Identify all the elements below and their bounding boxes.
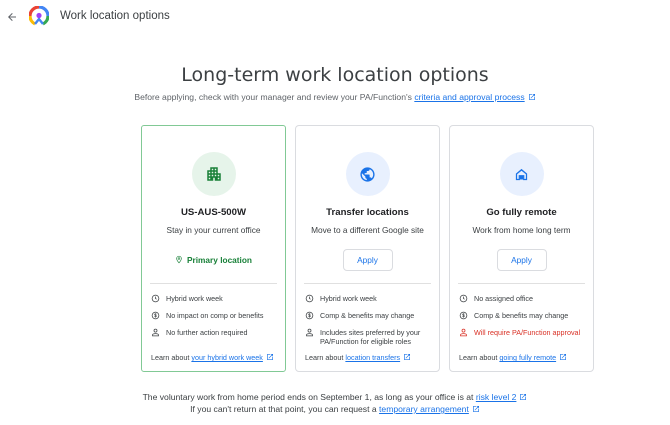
clock-icon	[459, 294, 468, 303]
footer-text: The voluntary work from home period ends…	[142, 392, 476, 402]
transfer-badge	[345, 152, 390, 196]
feature-text: Includes sites preferred by your PA/Func…	[320, 328, 421, 346]
feature-item: Includes sites preferred by your PA/Func…	[305, 328, 433, 346]
feature-text: Hybrid work week	[320, 294, 377, 303]
open-in-new-icon	[266, 354, 273, 360]
feature-text: No assigned office	[474, 294, 534, 303]
card-transfer: Transfer locations Move to a different G…	[295, 125, 440, 372]
card-title: Go fully remote	[486, 207, 557, 218]
feature-text: No further action required	[166, 328, 248, 337]
risk-level-link[interactable]: risk level 2	[476, 392, 517, 402]
person-icon	[306, 328, 313, 337]
hybrid-work-week-link[interactable]: your hybrid work week	[191, 353, 263, 362]
feature-item: No impact on comp or benefits	[151, 311, 279, 320]
divider	[304, 283, 431, 284]
globe-icon	[360, 166, 375, 182]
dollar-icon	[151, 311, 160, 320]
office-badge	[191, 152, 236, 196]
dollar-icon	[459, 311, 468, 320]
feature-item: No assigned office	[459, 294, 587, 303]
learn-more: Learn about going fully remote	[459, 353, 567, 362]
location-pin-icon	[176, 255, 182, 264]
feature-item: Comp & benefits may change	[459, 311, 587, 320]
feature-item: No further action required	[151, 328, 279, 337]
footer-temporary-note: If you can't return at that point, you c…	[0, 404, 670, 414]
home-icon	[515, 168, 528, 180]
card-description: Move to a different Google site	[311, 225, 424, 235]
feature-item: Hybrid work week	[151, 294, 279, 303]
page-title: Long-term work location options	[181, 64, 489, 86]
person-icon	[152, 328, 159, 337]
dollar-icon	[305, 311, 314, 320]
apply-remote-button[interactable]: Apply	[496, 249, 547, 271]
primary-location-label: Primary location	[186, 255, 252, 265]
card-description: Stay in your current office	[166, 225, 261, 235]
learn-prefix: Learn about	[305, 353, 346, 362]
footer-risk-note: The voluntary work from home period ends…	[0, 392, 670, 402]
open-in-new-icon	[560, 354, 567, 360]
learn-more: Learn about your hybrid work week	[151, 353, 274, 362]
clock-icon	[305, 294, 314, 303]
temporary-arrangement-link[interactable]: temporary arrangement	[379, 404, 469, 414]
open-in-new-icon	[520, 394, 527, 400]
open-in-new-icon	[528, 94, 535, 100]
card-description: Work from home long term	[472, 225, 571, 235]
feature-item: Comp & benefits may change	[305, 311, 433, 320]
warning-person-icon	[460, 328, 467, 337]
feature-item: Hybrid work week	[305, 294, 433, 303]
feature-text: Comp & benefits may change	[474, 311, 569, 320]
card-title: US-AUS-500W	[180, 207, 247, 218]
card-office[interactable]: US-AUS-500W Stay in your current office …	[141, 125, 286, 372]
feature-text: Will require PA/Function approval	[474, 328, 581, 337]
apply-transfer-button[interactable]: Apply	[342, 249, 393, 271]
page-subtitle: Before applying, check with your manager…	[0, 92, 670, 102]
footer-text: If you can't return at that point, you c…	[190, 404, 380, 414]
criteria-link[interactable]: criteria and approval process	[414, 92, 524, 102]
feature-text: Comp & benefits may change	[320, 311, 415, 320]
app-title: Work location options	[60, 10, 170, 22]
learn-prefix: Learn about	[459, 353, 500, 362]
location-pin-logo[interactable]	[28, 5, 50, 26]
arrow-back-icon[interactable]	[4, 9, 20, 25]
fully-remote-link[interactable]: going fully remote	[499, 353, 556, 362]
divider	[150, 283, 277, 284]
location-transfers-link[interactable]: location transfers	[345, 353, 400, 362]
open-in-new-icon	[404, 354, 411, 360]
office-building-icon	[206, 167, 221, 181]
top-app-bar: Work location options	[0, 0, 670, 34]
learn-prefix: Learn about	[151, 353, 192, 362]
divider	[458, 283, 585, 284]
card-remote: Go fully remote Work from home long term…	[449, 125, 594, 372]
remote-badge	[499, 152, 544, 196]
learn-more: Learn about location transfers	[305, 353, 411, 362]
primary-location-status: Primary location	[142, 255, 285, 265]
subtitle-text: Before applying, check with your manager…	[134, 92, 415, 102]
clock-icon	[151, 294, 160, 303]
feature-text: No impact on comp or benefits	[166, 311, 264, 320]
feature-text: Hybrid work week	[166, 294, 223, 303]
card-title: Transfer locations	[326, 207, 409, 218]
feature-item-warning: Will require PA/Function approval	[459, 328, 587, 337]
open-in-new-icon	[472, 406, 479, 412]
